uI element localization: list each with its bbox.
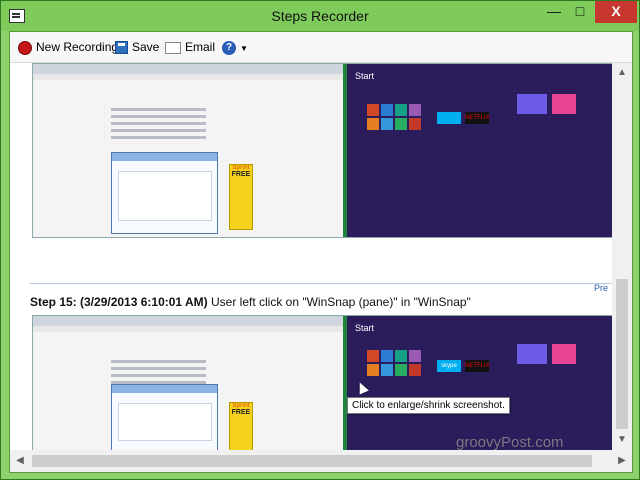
email-icon xyxy=(165,41,181,54)
new-recording-label: New Recording xyxy=(36,40,119,54)
previous-step-screenshot[interactable]: Sprint FREE Start NETFLIX xyxy=(32,63,612,238)
previous-link[interactable]: Pre xyxy=(594,283,608,293)
screenshot-dialog xyxy=(111,152,218,234)
scroll-down-button[interactable]: ▼ xyxy=(612,430,632,450)
screenshot-tooltip: Click to enlarge/shrink screenshot. xyxy=(347,397,510,414)
chevron-down-icon[interactable]: ▼ xyxy=(240,44,248,53)
screenshot-ad-current: Sprint FREE xyxy=(229,402,253,450)
record-icon xyxy=(18,40,32,55)
scroll-left-button[interactable]: ◀ xyxy=(10,450,30,472)
help-icon: ? xyxy=(222,40,236,55)
close-button[interactable]: X xyxy=(595,1,637,23)
horizontal-scroll-thumb[interactable] xyxy=(32,455,592,467)
screenshot-start-screen-current: Start skype NETFLIX xyxy=(345,316,612,450)
new-recording-button[interactable]: New Recording xyxy=(18,39,118,55)
email-button[interactable]: Email xyxy=(165,39,215,55)
scroll-right-button[interactable]: ▶ xyxy=(612,450,632,472)
vertical-scrollbar[interactable]: ▲ ▼ xyxy=(612,63,632,450)
vertical-scroll-thumb[interactable] xyxy=(616,279,628,429)
help-button[interactable]: ? ▼ xyxy=(222,39,248,55)
title-bar[interactable]: Steps Recorder — □ X xyxy=(1,1,639,31)
maximize-button[interactable]: □ xyxy=(567,1,593,23)
current-step-screenshot[interactable]: Sprint FREE Start skype NETFLIX xyxy=(32,315,612,450)
minimize-button[interactable]: — xyxy=(541,1,567,23)
save-icon xyxy=(115,41,128,55)
recorded-steps-pane[interactable]: Sprint FREE Start NETFLIX Pre Step 15: (3… xyxy=(10,63,612,450)
client-area: New Recording Save Email ?▼ SprintFREE xyxy=(9,31,633,473)
email-label: Email xyxy=(185,40,216,54)
step-divider xyxy=(30,283,612,284)
screenshot-browser: Sprint FREE xyxy=(33,64,345,237)
step-header: Step 15: (3/29/2013 6:10:01 AM) xyxy=(30,295,208,309)
screenshot-browser-current: Sprint FREE xyxy=(33,316,345,450)
save-label: Save xyxy=(132,40,160,54)
steps-recorder-window: Steps Recorder — □ X New Recording Save … xyxy=(0,0,640,480)
screenshot-start-screen: Start NETFLIX xyxy=(345,64,612,237)
watermark: groovyPost.com xyxy=(456,434,564,451)
toolbar: New Recording Save Email ? ▼ xyxy=(10,32,632,63)
scroll-up-button[interactable]: ▲ xyxy=(612,63,632,83)
horizontal-scrollbar[interactable]: ◀ ▶ xyxy=(10,450,632,472)
save-button[interactable]: Save xyxy=(115,39,159,55)
screenshot-dialog-current xyxy=(111,384,218,450)
screenshot-ad: Sprint FREE xyxy=(229,164,253,230)
step-description: User left click on "WinSnap (pane)" in "… xyxy=(210,295,471,309)
step-caption: Step 15: (3/29/2013 6:10:01 AM) User lef… xyxy=(30,295,471,309)
